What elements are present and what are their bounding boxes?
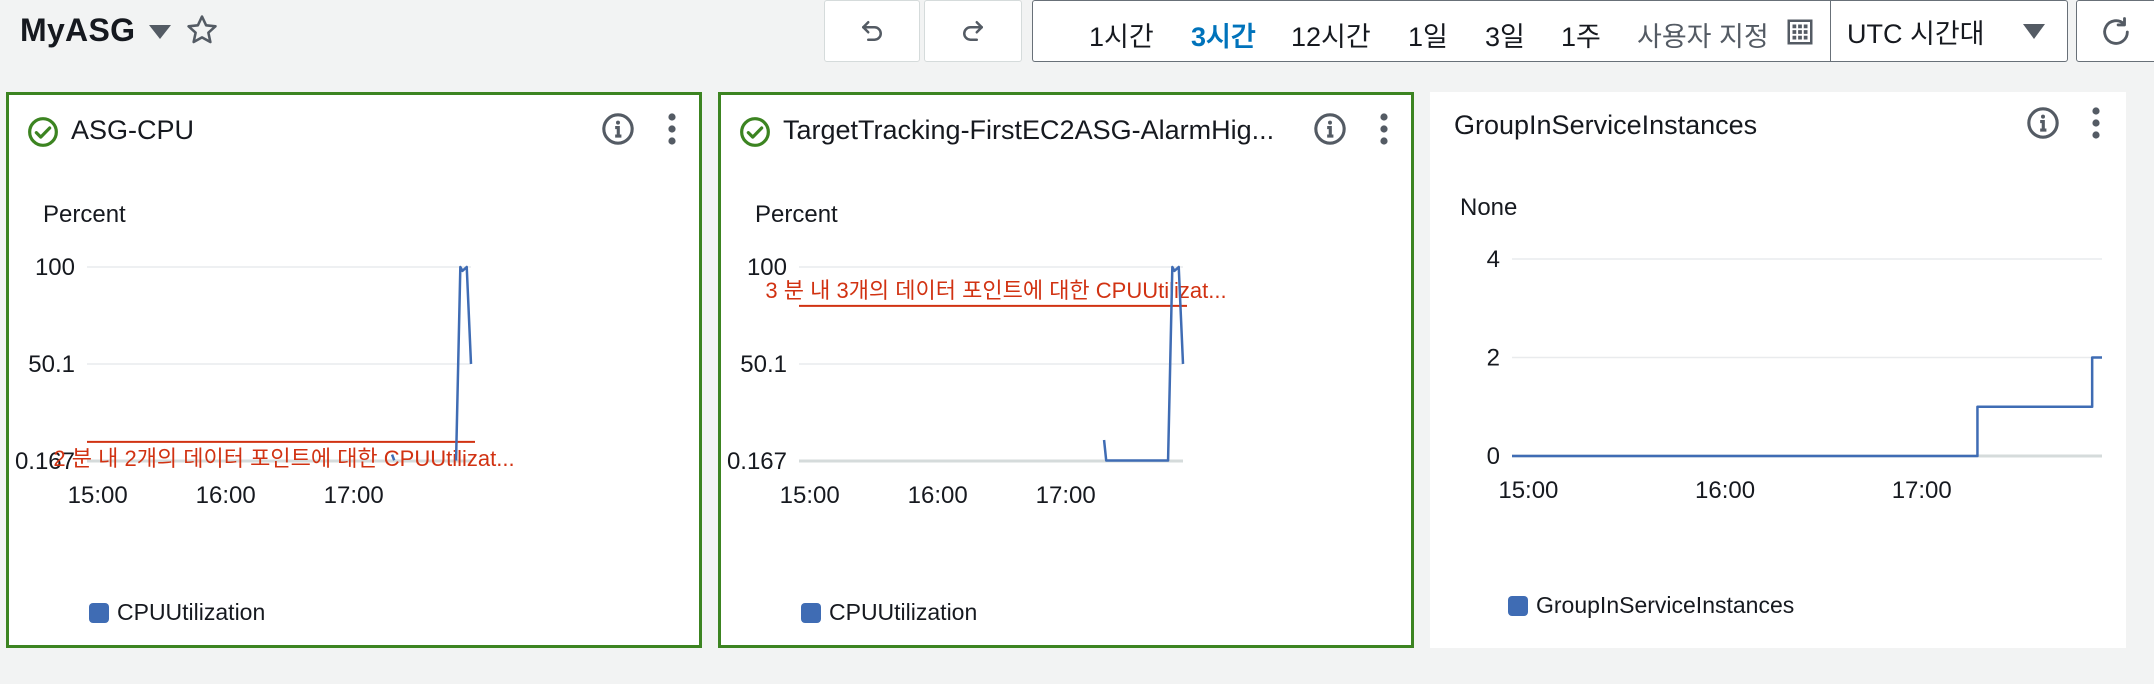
time-range-custom[interactable]: 사용자 지정 [1637,15,1769,54]
favorite-star-icon[interactable] [185,13,219,47]
x-tick-label: 17:00 [1892,477,1952,504]
legend-label: CPUUtilization [829,599,978,625]
y-tick-label: 0.167 [727,448,787,475]
redo-icon [963,21,983,41]
time-range-1d[interactable]: 1일 [1408,15,1448,54]
widget-target-tracking-alarm[interactable]: TargetTracking-FirstEC2ASG-AlarmHig... P… [718,92,1414,648]
calendar-icon[interactable] [1785,17,1815,47]
undo-button[interactable] [824,0,920,62]
legend-swatch [801,602,821,623]
timezone-select[interactable]: UTC 시간대 [1830,0,2068,62]
time-range-1h[interactable]: 1시간 [1089,15,1154,54]
y-tick-label: 2 [1487,345,1500,372]
x-tick-label: 16:00 [1695,477,1755,504]
chart-legend[interactable]: GroupInServiceInstances [1508,592,1794,619]
legend-label: CPUUtilization [117,599,266,625]
redo-button[interactable] [924,0,1022,62]
legend-swatch [89,602,109,623]
time-range-3h[interactable]: 3시간 [1191,15,1256,54]
x-tick-label: 15:00 [780,482,840,509]
widget-group-in-service-instances[interactable]: GroupInServiceInstances None 4 2 0 15:00 16:… [1430,92,2126,648]
time-range-selector: 1시간 3시간 12시간 1일 3일 1주 사용자 지정 [1032,0,1830,62]
y-tick-label: 50.1 [28,351,75,378]
timezone-dropdown-icon [2023,24,2045,39]
legend-label: GroupInServiceInstances [1536,592,1795,618]
series-line [1512,356,2102,458]
dashboard-title-bar: MyASG [20,10,219,50]
chart-area[interactable]: 10050.10.16715:00 16:00 17:002 분 내 2개의 데이터… [9,95,699,565]
refresh-button[interactable] [2076,0,2154,62]
refresh-icon [2103,17,2129,45]
y-tick-label: 4 [1487,246,1500,273]
time-range-12h[interactable]: 12시간 [1291,15,1371,54]
dashboard-dropdown-caret-icon[interactable] [149,25,172,39]
x-tick-label: 16:00 [196,482,256,509]
alarm-threshold-label: 2 분 내 2개의 데이터 포인트에 대한 CPUUtilizat... [53,446,514,471]
y-tick-label: 50.1 [740,351,787,378]
y-tick-label: 100 [35,254,75,281]
x-tick-label: 17:00 [1036,482,1096,509]
x-tick-label: 15:00 [68,482,128,509]
alarm-threshold-label: 3 분 내 3개의 데이터 포인트에 대한 CPUUtilizat... [765,278,1226,303]
widget-asg-cpu[interactable]: ASG-CPU Percent 100 50.1 0.167 15:00 16:00 17… [6,92,702,648]
chart-legend[interactable]: CPUUtilization [89,599,265,626]
time-range-1w[interactable]: 1주 [1561,15,1601,54]
legend-swatch [1508,595,1528,616]
undo-icon [862,21,882,41]
dashboard-name: MyASG [20,11,136,48]
chart-legend[interactable]: CPUUtilization [801,599,977,626]
chart-area[interactable]: 10050.10.16715:00 16:00 17:003 분 내 3개의 데이터… [721,95,1411,565]
timezone-value: UTC 시간대 [1847,18,1985,49]
chart-area[interactable]: 4 2 0 15:00 16:00 17:00 [1430,92,2126,562]
y-tick-label: 0 [1487,443,1500,470]
x-tick-label: 16:00 [908,482,968,509]
time-range-3d[interactable]: 3일 [1485,15,1525,54]
x-tick-label: 15:00 [1498,477,1558,504]
x-tick-label: 17:00 [324,482,384,509]
